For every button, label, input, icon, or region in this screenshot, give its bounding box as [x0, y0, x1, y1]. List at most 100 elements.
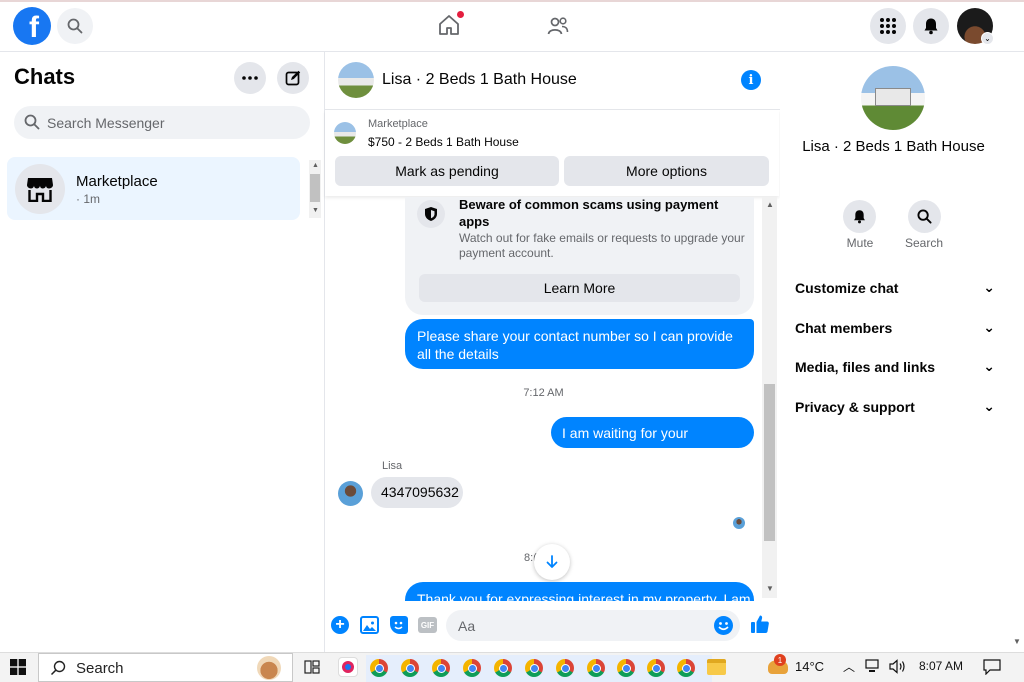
apps-grid-icon [880, 18, 896, 34]
chrome-icon[interactable] [432, 659, 450, 677]
chrome-icon[interactable] [677, 659, 695, 677]
scam-warning-body: Watch out for fake emails or requests to… [459, 231, 745, 260]
chevron-down-icon: ⌄ [983, 319, 995, 335]
outgoing-message[interactable]: Thank you for expressing interest in my … [405, 582, 754, 601]
search-highlight-image [257, 656, 281, 680]
scroll-down-arrow-icon[interactable]: ▼ [312, 207, 319, 214]
chat-item-time: · 1m [76, 192, 100, 206]
search-icon [24, 114, 40, 130]
windows-logo-icon [10, 659, 26, 675]
windows-start-button[interactable] [10, 659, 26, 680]
search-icon [50, 660, 66, 676]
like-button[interactable] [750, 614, 770, 639]
home-nav-button[interactable] [437, 11, 464, 42]
notification-dot [457, 11, 464, 18]
chevron-down-icon: ⌄ [981, 32, 994, 45]
page-scrollbar[interactable]: ▼ [1009, 52, 1024, 652]
scroll-thumb[interactable] [310, 174, 320, 202]
read-receipt-avatar [733, 517, 745, 529]
listing-avatar[interactable] [338, 62, 374, 98]
message-input-placeholder: Aa [458, 618, 476, 634]
search-in-conversation-button[interactable] [908, 200, 941, 233]
thread-scrollbar[interactable]: ▲ ▼ [762, 197, 777, 598]
sender-avatar[interactable] [338, 481, 363, 506]
new-message-button[interactable] [277, 62, 309, 94]
sticker-icon[interactable] [390, 616, 408, 634]
bell-icon [924, 18, 938, 35]
menu-button[interactable] [870, 8, 906, 44]
chat-list-item-marketplace[interactable]: Marketplace · 1m [7, 157, 300, 220]
scroll-to-bottom-button[interactable] [534, 544, 570, 580]
message-thread: Beware of common scams using payment app… [325, 197, 762, 601]
customize-chat-row[interactable]: Customize chat ⌄ [795, 279, 995, 296]
chrome-icon[interactable] [494, 659, 512, 677]
search-button[interactable] [57, 8, 93, 44]
scroll-down-arrow-icon[interactable]: ▼ [766, 584, 774, 593]
volume-icon[interactable] [889, 659, 907, 679]
chat-members-row[interactable]: Chat members ⌄ [795, 319, 995, 336]
info-icon[interactable]: i [741, 70, 761, 90]
chevron-down-icon: ⌄ [983, 358, 995, 374]
notification-center-icon[interactable] [983, 659, 1001, 680]
scroll-thumb[interactable] [764, 384, 775, 541]
task-view-button[interactable] [304, 659, 320, 680]
chrome-icon[interactable] [525, 659, 543, 677]
chrome-icon[interactable] [463, 659, 481, 677]
house-image [875, 88, 911, 106]
chevron-down-icon: ⌄ [983, 398, 995, 414]
privacy-support-row[interactable]: Privacy & support ⌄ [795, 398, 995, 415]
message-timestamp: 7:12 AM [523, 387, 564, 399]
media-files-links-row[interactable]: Media, files and links ⌄ [795, 358, 995, 375]
chrome-icon[interactable] [647, 659, 665, 677]
account-avatar[interactable]: ⌄ [957, 8, 994, 45]
incoming-message[interactable]: 4347095632 [371, 477, 463, 508]
scam-warning-title: Beware of common scams using payment app… [459, 197, 719, 229]
more-options-button[interactable]: More options [564, 156, 769, 186]
scroll-down-arrow-icon[interactable]: ▼ [1013, 637, 1021, 646]
compose-icon [285, 70, 301, 86]
chrome-icon[interactable] [587, 659, 605, 677]
learn-more-button[interactable]: Learn More [419, 274, 740, 302]
chrome-icon[interactable] [370, 659, 388, 677]
chrome-icon[interactable] [401, 659, 419, 677]
message-input[interactable]: Aa [446, 610, 740, 641]
taskbar-search-box[interactable]: Search [38, 653, 293, 682]
chats-options-button[interactable] [234, 62, 266, 94]
details-avatar[interactable] [861, 66, 925, 130]
chats-title: Chats [14, 64, 76, 89]
scroll-up-arrow-icon[interactable]: ▲ [312, 162, 319, 169]
network-icon[interactable] [865, 659, 881, 679]
thumbs-up-icon [751, 615, 769, 633]
app-icon-messenger[interactable] [338, 657, 358, 677]
scroll-up-arrow-icon[interactable]: ▲ [766, 200, 774, 209]
plus-icon[interactable]: + [331, 616, 349, 634]
file-explorer-icon[interactable] [707, 659, 726, 675]
notifications-button[interactable] [913, 8, 949, 44]
search-label: Search [904, 236, 944, 250]
chat-list-scrollbar[interactable]: ▲ ▼ [309, 160, 321, 218]
chevron-down-icon: ⌄ [983, 279, 995, 295]
chat-item-name: Marketplace [76, 173, 158, 190]
search-messenger-input[interactable]: Search Messenger [14, 106, 310, 139]
weather-icon[interactable]: 1 [768, 654, 788, 674]
conversation-title[interactable]: Lisa · 2 Beds 1 Bath House [382, 71, 577, 89]
outgoing-message[interactable]: I am waiting for your response [551, 417, 754, 459]
search-placeholder: Search Messenger [47, 114, 165, 131]
mark-as-pending-button[interactable]: Mark as pending [335, 156, 559, 186]
chrome-icon[interactable] [556, 659, 574, 677]
chrome-icon[interactable] [617, 659, 635, 677]
outgoing-message[interactable]: Please share your contact number so I ca… [405, 319, 754, 369]
listing-thumbnail [334, 122, 356, 144]
weather-badge: 1 [774, 654, 786, 666]
facebook-logo[interactable]: f [13, 7, 51, 45]
taskbar-clock[interactable]: 8:07 AM [919, 659, 963, 673]
listing-price-title[interactable]: $750 - 2 Beds 1 Bath House [368, 135, 519, 149]
photo-icon[interactable] [360, 616, 379, 634]
friends-nav-button[interactable] [546, 14, 570, 43]
chevron-up-icon[interactable]: ︿ [843, 658, 855, 675]
sender-name: Lisa [382, 460, 403, 472]
mute-button[interactable] [843, 200, 876, 233]
gif-icon[interactable]: GIF [418, 617, 437, 633]
shield-icon [417, 200, 445, 228]
emoji-icon[interactable] [714, 616, 733, 635]
